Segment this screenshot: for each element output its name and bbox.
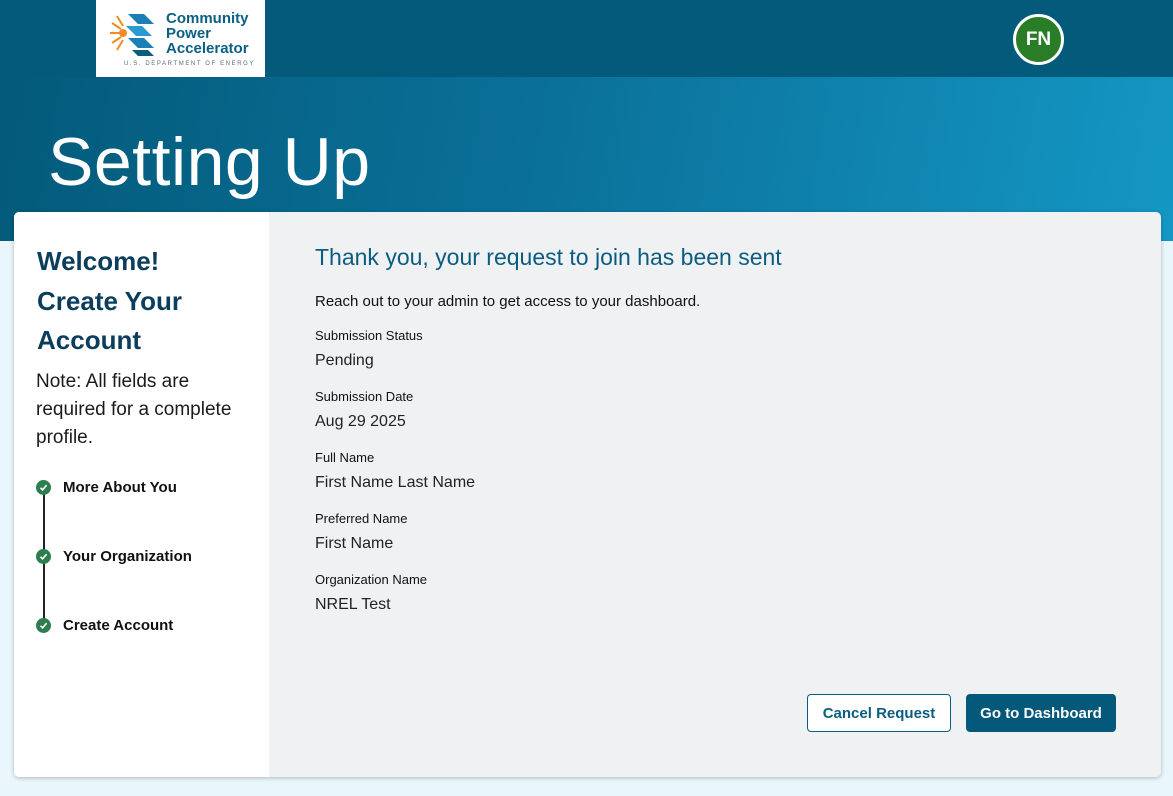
field-label: Preferred Name (315, 511, 408, 526)
step-label: Create Account (63, 616, 174, 634)
sidebar-title-line-1: Welcome! (37, 246, 160, 276)
confirmation-intro: Reach out to your admin to get access to… (315, 293, 701, 310)
step-create-account[interactable]: Create Account (36, 616, 256, 634)
progress-steps: More About You Your Organization Create … (36, 478, 256, 638)
check-circle-icon (36, 548, 51, 564)
logo-line-1: Community (166, 10, 249, 27)
organization-name-field: Organization Name NREL Test (315, 572, 815, 614)
step-your-organization[interactable]: Your Organization (36, 547, 256, 565)
field-label: Submission Date (315, 389, 414, 404)
field-value: Aug 29 2025 (315, 413, 406, 430)
go-to-dashboard-button[interactable]: Go to Dashboard (966, 694, 1116, 732)
site-logo[interactable]: Community Power Accelerator U.S. DEPARTM… (96, 0, 265, 78)
field-label: Organization Name (315, 572, 427, 587)
logo-line-2: Power (166, 25, 212, 42)
sidebar-title-line-2: Create Your (37, 285, 182, 316)
setup-sidebar: Welcome! Create Your Account Note: All f… (14, 212, 269, 777)
confirmation-heading: Thank you, your request to join has been… (315, 244, 782, 270)
field-value: First Name (315, 535, 394, 552)
sidebar-note: Note: All fields are required for a comp… (36, 371, 232, 448)
field-value: First Name Last Name (315, 474, 476, 491)
full-name-field: Full Name First Name Last Name (315, 450, 815, 492)
cancel-request-button[interactable]: Cancel Request (807, 694, 951, 732)
sidebar-title: Welcome! Create Your Account (37, 242, 252, 361)
field-label: Submission Status (315, 328, 423, 343)
submission-date-field: Submission Date Aug 29 2025 (315, 389, 815, 431)
user-avatar[interactable]: FN (1013, 14, 1064, 65)
community-power-accelerator-logo-icon (110, 14, 154, 56)
preferred-name-field: Preferred Name First Name (315, 511, 815, 553)
logo-wordmark: Community Power Accelerator (166, 11, 249, 56)
sidebar-title-line-3: Account (37, 325, 141, 355)
step-label: More About You (63, 478, 177, 496)
field-label: Full Name (315, 450, 375, 465)
logo-subtitle: U.S. DEPARTMENT OF ENERGY (124, 61, 256, 67)
setup-card: Welcome! Create Your Account Note: All f… (14, 212, 1161, 777)
step-more-about-you[interactable]: More About You (36, 478, 256, 496)
submission-status-field: Submission Status Pending (315, 328, 815, 370)
page-title: Setting Up (48, 124, 371, 200)
check-circle-icon (36, 479, 51, 495)
step-label: Your Organization (63, 547, 192, 565)
confirmation-panel: Thank you, your request to join has been… (269, 212, 1161, 777)
top-nav-bar: Community Power Accelerator U.S. DEPARTM… (0, 0, 1173, 78)
logo-line-3: Accelerator (166, 40, 249, 57)
field-value: Pending (315, 352, 374, 369)
check-circle-icon (36, 617, 51, 633)
field-value: NREL Test (315, 596, 391, 613)
